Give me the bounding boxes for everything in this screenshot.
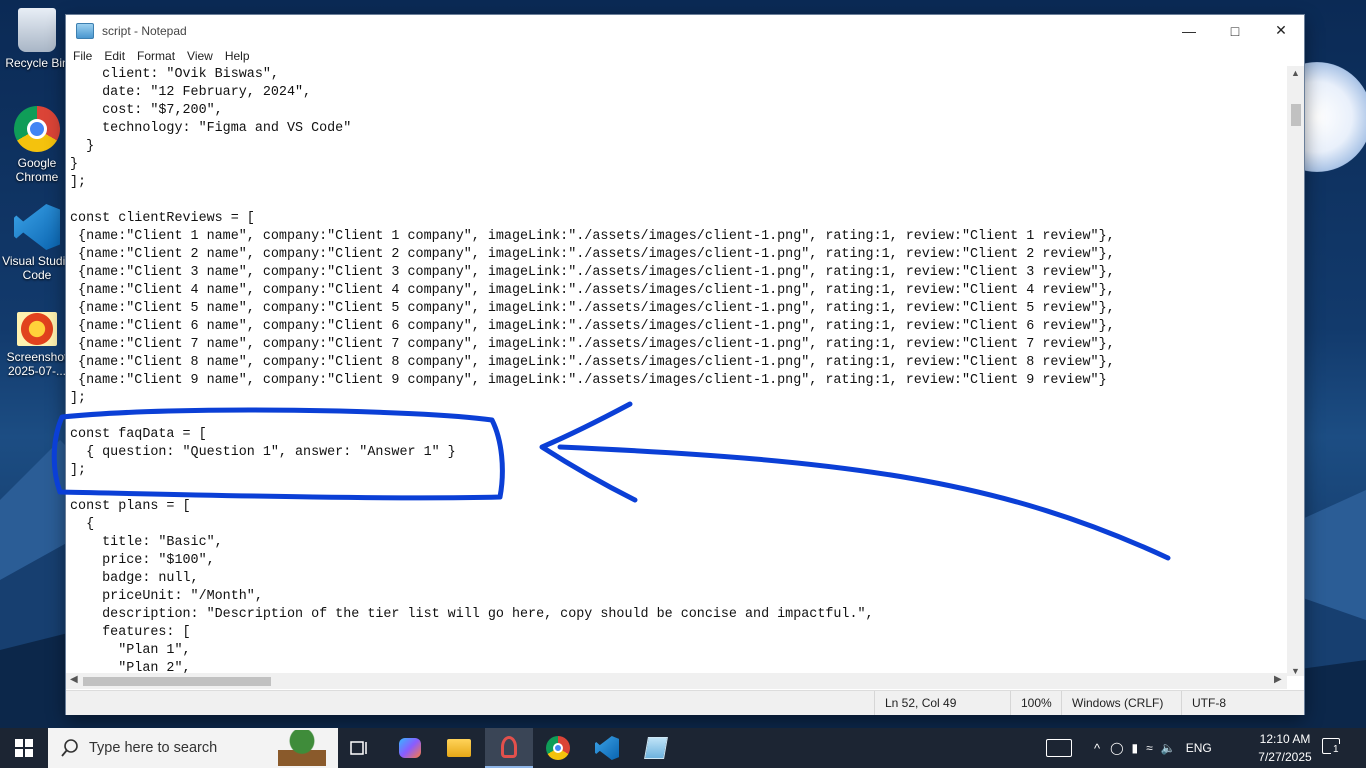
encoding: UTF-8 (1181, 691, 1226, 715)
clock[interactable]: 12:10 AM 7/27/2025 (1252, 730, 1318, 766)
show-hidden-icons-icon[interactable]: ^ (1094, 741, 1100, 756)
notification-count: 1 (1331, 744, 1341, 755)
chrome-icon (546, 736, 570, 760)
windows-icon (15, 739, 33, 757)
start-button[interactable] (0, 728, 48, 768)
desktop-icon-vscode[interactable]: Visual Studio Code (2, 204, 72, 282)
taskbar-search[interactable]: Type here to search (48, 728, 338, 768)
clock-date: 7/27/2025 (1258, 750, 1312, 764)
menu-bar: File Edit Format View Help (66, 46, 1304, 66)
image-file-icon (17, 312, 57, 346)
notepad-icon (644, 737, 668, 759)
wifi-icon[interactable]: ≈ (1146, 741, 1153, 755)
scroll-right-icon[interactable]: ▶ (1274, 674, 1282, 685)
desktop-icon-screenshot[interactable]: Screenshot 2025-07-... (2, 312, 72, 378)
scroll-down-icon[interactable]: ▼ (1287, 666, 1304, 676)
desktop-icon-label: Visual Studio Code (2, 254, 72, 282)
battery-icon[interactable]: ▮ (1132, 741, 1139, 755)
vscode-icon (14, 204, 60, 250)
status-bar: Ln 52, Col 49 100% Windows (CRLF) UTF-8 (66, 690, 1304, 715)
scroll-thumb-horizontal[interactable] (83, 677, 271, 686)
task-view-button[interactable] (336, 728, 384, 768)
volume-icon[interactable]: 🔈 (1161, 741, 1176, 755)
desktop-icon-chrome[interactable]: Google Chrome (2, 106, 72, 184)
search-highlight-graphic (278, 730, 326, 766)
chrome-icon (14, 106, 60, 152)
text-editor[interactable]: client: "Ovik Biswas", date: "12 Februar… (66, 66, 1287, 676)
scroll-left-icon[interactable]: ◀ (70, 674, 78, 685)
file-explorer-icon (447, 739, 471, 757)
menu-format[interactable]: Format (130, 49, 180, 63)
vscode-icon (595, 736, 619, 760)
notepad-icon (76, 22, 94, 39)
vertical-scrollbar[interactable]: ▲ ▼ (1287, 66, 1304, 676)
minimize-button[interactable]: — (1166, 15, 1212, 46)
copilot-button[interactable] (386, 728, 434, 768)
language-indicator[interactable]: ENG (1186, 741, 1212, 755)
zoom-level: 100% (1010, 691, 1052, 715)
scroll-up-icon[interactable]: ▲ (1287, 68, 1304, 78)
close-button[interactable]: ✕ (1258, 15, 1304, 46)
cursor-position: Ln 52, Col 49 (874, 691, 956, 715)
menu-view[interactable]: View (180, 49, 218, 63)
line-ending: Windows (CRLF) (1061, 691, 1163, 715)
taskbar: Type here to search ^ ◯ ▮ ≈ 🔈 ENG 12:10 … (0, 728, 1366, 768)
system-tray: ^ ◯ ▮ ≈ 🔈 ENG (1046, 728, 1212, 768)
clock-time: 12:10 AM (1259, 732, 1311, 746)
menu-edit[interactable]: Edit (97, 49, 130, 63)
notification-button[interactable]: 1 (1322, 738, 1342, 756)
code-text[interactable]: client: "Ovik Biswas", date: "12 Februar… (66, 66, 1287, 676)
copilot-icon (399, 738, 421, 758)
recycle-bin-icon (18, 8, 56, 52)
snipping-tool-icon (501, 736, 517, 758)
menu-help[interactable]: Help (218, 49, 255, 63)
menu-file[interactable]: File (66, 49, 97, 63)
horizontal-scrollbar[interactable]: ◀ ▶ (66, 673, 1287, 689)
title-bar: script - Notepad — □ ✕ (66, 15, 1304, 46)
task-view-icon (350, 741, 367, 755)
headset-icon[interactable]: ◯ (1110, 741, 1123, 755)
chrome-taskbar-button[interactable] (534, 728, 582, 768)
desktop-icon-label: Screenshot 2025-07-... (6, 350, 68, 378)
notepad-window: script - Notepad — □ ✕ File Edit Format … (66, 15, 1304, 715)
window-title: script - Notepad (102, 23, 187, 38)
desktop-icon-label: Recycle Bin (5, 56, 69, 70)
desktop-icon-label: Google Chrome (15, 156, 59, 184)
snipping-tool-button[interactable] (485, 728, 533, 768)
news-widget-icon[interactable] (1046, 739, 1072, 757)
desktop-icon-recycle-bin[interactable]: Recycle Bin (2, 8, 72, 70)
search-placeholder: Type here to search (89, 740, 218, 756)
search-icon (61, 739, 78, 757)
vscode-taskbar-button[interactable] (583, 728, 631, 768)
notepad-taskbar-button[interactable] (632, 728, 680, 768)
scroll-thumb[interactable] (1291, 104, 1301, 126)
file-explorer-button[interactable] (435, 728, 483, 768)
maximize-button[interactable]: □ (1212, 15, 1258, 46)
